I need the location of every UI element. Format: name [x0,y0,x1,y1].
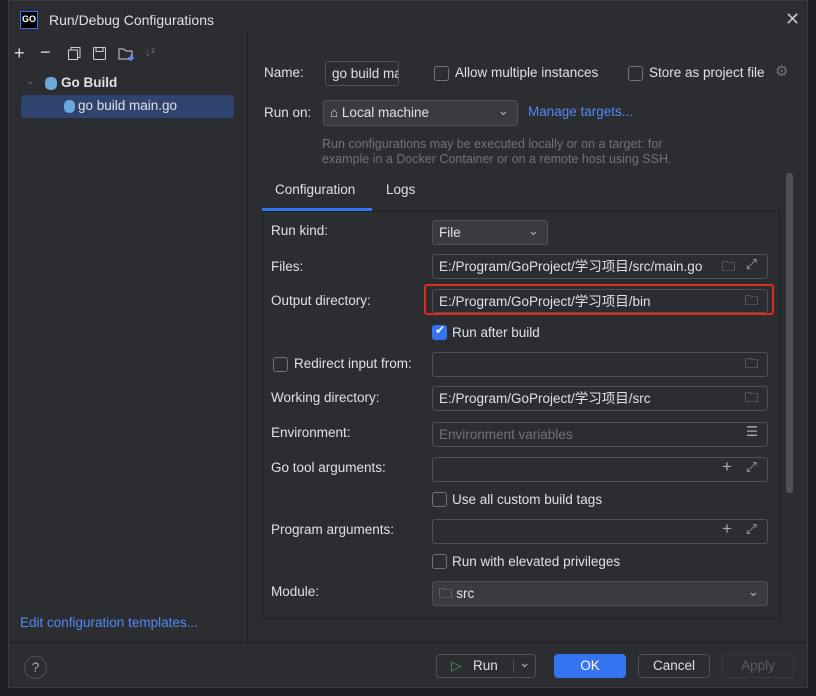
run-on-label: Run on: [264,105,312,120]
go-build-icon [45,77,57,90]
custom-build-tags-checkbox[interactable] [432,492,447,507]
manage-targets-link[interactable]: Manage targets... [528,104,633,119]
run-after-build-checkbox[interactable]: ✔ [432,323,447,340]
go-file-icon [64,100,75,113]
store-project-checkbox[interactable] [628,66,643,81]
edit-templates-link[interactable]: Edit configuration templates... [20,615,198,630]
footer-divider [9,642,807,643]
play-icon: ▷ [451,658,462,673]
redirect-input-checkbox[interactable] [273,357,288,372]
chevron-down-icon[interactable]: ⌄ [519,652,530,674]
name-input[interactable]: go build main.go [325,61,399,86]
tree-group-go-build[interactable]: Go Build [61,75,117,90]
folder-icon[interactable]: 🗀 [722,257,736,280]
folder-icon[interactable]: 🗀 [745,388,759,411]
chevron-down-icon: ⌄ [747,584,759,599]
files-input[interactable]: E:/Program/GoProject/学习项目/src/main.go [432,254,768,279]
go-tool-arguments-input[interactable] [432,457,768,482]
cancel-button[interactable]: Cancel [638,654,710,678]
expand-icon[interactable]: ⤢ [746,521,757,537]
copy-icon[interactable] [68,47,81,60]
allow-multiple-checkbox[interactable] [434,66,449,81]
run-after-build-label[interactable]: Run after build [452,325,540,340]
tab-configuration[interactable]: Configuration [275,182,355,197]
save-icon[interactable] [93,47,106,60]
run-kind-dropdown[interactable]: File ⌄ [432,220,548,245]
redirect-input-field[interactable] [432,352,768,377]
close-icon[interactable]: ✕ [785,9,800,30]
folder-icon[interactable]: 🗀 [745,354,759,377]
output-directory-input[interactable]: E:/Program/GoProject/学习项目/bin [432,289,768,313]
window-title: Run/Debug Configurations [49,12,214,28]
minus-icon[interactable]: − [40,42,51,63]
working-directory-label: Working directory: [271,390,380,405]
store-project-label[interactable]: Store as project file [649,65,765,80]
app-logo: GO [20,11,38,29]
plus-icon[interactable]: + [722,457,732,477]
house-icon: ⌂ [330,105,339,120]
allow-multiple-label[interactable]: Allow multiple instances [455,65,598,80]
ok-button[interactable]: OK [554,654,626,678]
module-folder-icon: 🗀 [439,586,453,601]
list-icon[interactable]: ☰ [746,424,758,440]
help-button[interactable]: ? [24,656,47,679]
module-label: Module: [271,584,320,599]
plus-icon[interactable]: + [14,43,25,64]
redirect-input-label[interactable]: Redirect input from: [294,356,412,371]
output-directory-label: Output directory: [271,293,371,308]
environment-input[interactable]: Environment variables [432,422,768,447]
expand-icon[interactable]: ⤢ [746,256,757,272]
working-directory-input[interactable]: E:/Program/GoProject/学习项目/src [432,386,768,411]
go-tool-arguments-label: Go tool arguments: [271,460,386,475]
module-dropdown[interactable]: 🗀 src ⌄ [432,581,768,606]
files-label: Files: [271,259,304,274]
elevated-privileges-label[interactable]: Run with elevated privileges [452,554,620,569]
program-arguments-input[interactable] [432,519,768,544]
plus-icon[interactable]: + [722,519,732,539]
tree-item-selected[interactable]: go build main.go [21,95,234,118]
tab-logs[interactable]: Logs [386,182,415,197]
apply-button: Apply [722,654,794,678]
sidebar-divider [247,33,248,642]
environment-label: Environment: [271,425,351,440]
program-arguments-label: Program arguments: [271,522,395,537]
custom-build-tags-label[interactable]: Use all custom build tags [452,492,602,507]
chevron-down-icon: ⌄ [497,103,509,118]
run-debug-dialog: GO Run/Debug Configurations ✕ + − ↓ᶻ ⌄ G… [8,0,808,688]
scrollbar[interactable] [786,173,793,493]
gear-icon[interactable]: ⚙ [775,62,788,80]
run-button[interactable]: ▷ Run ⌄ [436,654,536,678]
folder-icon[interactable]: 🗀 [745,291,759,314]
elevated-privileges-checkbox[interactable] [432,554,447,569]
name-label: Name: [264,65,304,80]
chevron-down-icon[interactable]: ⌄ [26,76,34,87]
run-kind-label: Run kind: [271,223,329,238]
run-on-hint: Run configurations may be executed local… [322,137,672,166]
sort-icon: ↓ᶻ [145,45,156,59]
run-on-dropdown[interactable]: ⌂ Local machine ⌄ [323,100,518,126]
expand-icon[interactable]: ⤢ [746,459,757,475]
new-folder-icon[interactable] [118,46,135,62]
chevron-down-icon: ⌄ [527,223,539,238]
